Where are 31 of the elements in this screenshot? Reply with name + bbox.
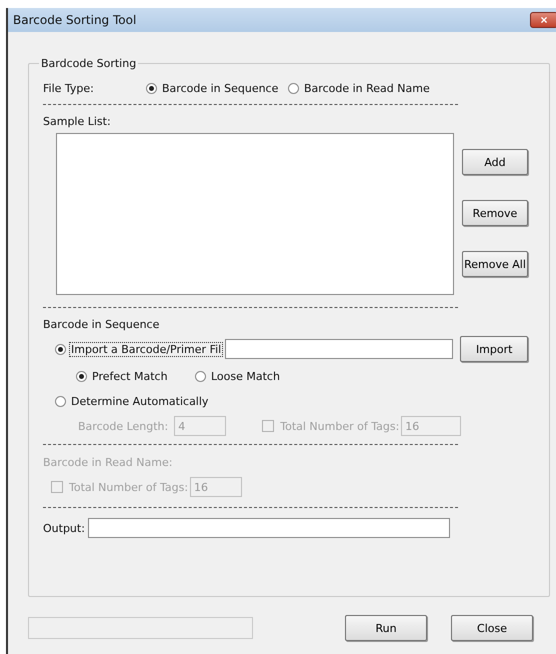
radio-label[interactable]: Loose Match	[210, 370, 281, 382]
radio-label[interactable]: Barcode in Sequence	[161, 82, 280, 94]
close-button[interactable]: Close	[451, 615, 533, 641]
radio-label[interactable]: Prefect Match	[91, 370, 169, 382]
list-button[interactable]: Remove All	[462, 251, 528, 277]
list-button[interactable]: Remove	[462, 200, 528, 226]
barcode-length-label: Barcode Length:	[78, 420, 168, 432]
total-tags-label: Total Number of Tags:	[280, 420, 400, 432]
section-heading: Barcode in Read Name:	[43, 456, 172, 468]
file-path-field[interactable]	[225, 339, 454, 359]
total-tags-label: Total Number of Tags:	[69, 480, 188, 494]
radio-label[interactable]: Barcode in Read Name	[303, 82, 431, 94]
radio-label[interactable]: Import a Barcode/Primer Fil	[70, 342, 222, 356]
group-title: Bardcode Sorting	[40, 57, 138, 70]
output-field[interactable]	[88, 518, 450, 538]
file-type-label: File Type:	[43, 82, 95, 94]
list-button[interactable]: Add	[462, 149, 528, 175]
window-title: Barcode Sorting Tool	[13, 13, 136, 27]
radio-button[interactable]	[55, 396, 66, 406]
output-label: Output:	[43, 522, 85, 534]
import-button[interactable]: Import	[460, 336, 528, 362]
run-button[interactable]: Run	[345, 615, 427, 641]
radio-button[interactable]	[76, 370, 87, 382]
radio-button[interactable]	[195, 370, 206, 382]
sample-list-label: Sample List:	[43, 114, 111, 128]
section-heading: Barcode in Sequence	[43, 318, 160, 330]
radio-button[interactable]	[55, 344, 66, 354]
close-button[interactable]: ×	[530, 12, 556, 28]
radio-button[interactable]	[146, 82, 157, 94]
radio-button[interactable]	[288, 82, 299, 94]
radio-label[interactable]: Determine Automatically	[70, 394, 210, 408]
